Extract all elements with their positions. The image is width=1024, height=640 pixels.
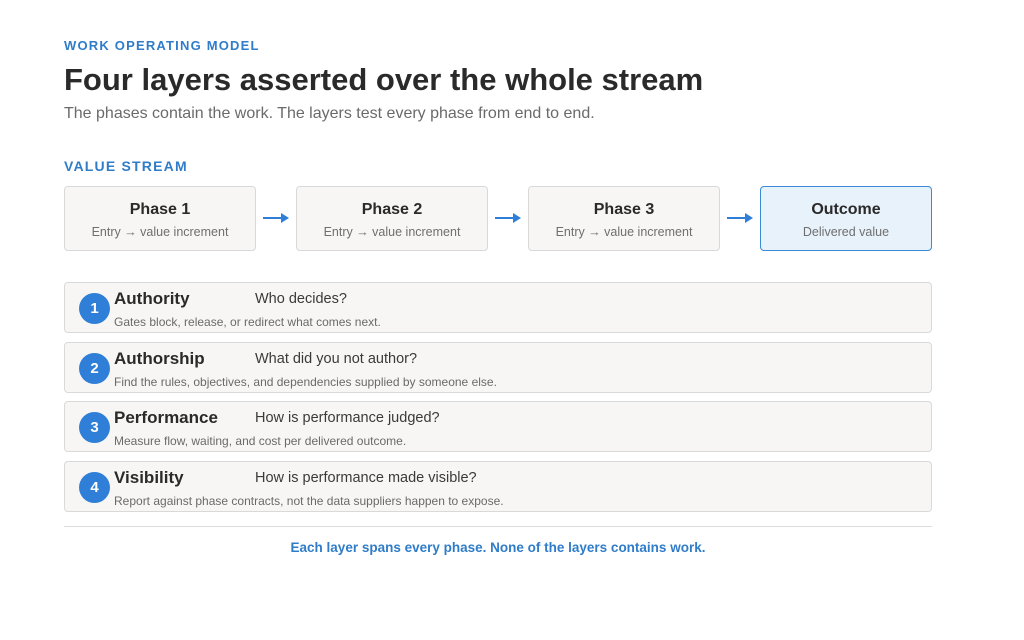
page-subtitle: The phases contain the work. The layers … [64,105,595,122]
layer-performance: 3 Performance How is performance judged?… [64,401,932,452]
footer-note: Each layer spans every phase. None of th… [290,540,706,555]
phase-subtitle: Entry → value increment [323,225,461,239]
page-title: Four layers asserted over the whole stre… [64,62,704,97]
layer-question: How is performance judged? [255,410,440,426]
layer-name: Authorship [114,349,205,368]
phase-title: Phase 2 [361,201,423,218]
outcome-title: Outcome [811,201,881,218]
value-stream-label: VALUE STREAM [64,158,188,174]
layer-name: Performance [114,408,218,427]
phase-1-box: Phase 1 Entry → value increment [64,186,256,251]
phase-subtitle: Entry → value increment [91,225,229,239]
layer-number-badge: 4 [79,472,110,503]
layer-description: Gates block, release, or redirect what c… [114,315,381,329]
layer-description: Measure flow, waiting, and cost per deli… [114,434,407,448]
arrow-right-icon [263,213,289,223]
layer-number-badge: 2 [79,353,110,384]
phase-title: Phase 3 [593,201,655,218]
layer-description: Report against phase contracts, not the … [114,494,504,508]
layer-name: Authority [114,289,190,308]
layer-visibility: 4 Visibility How is performance made vis… [64,461,932,512]
layer-question: What did you not author? [255,351,418,367]
arrow-right-icon [495,213,521,223]
layer-name: Visibility [114,468,184,487]
layer-question: Who decides? [255,291,347,307]
phase-3-box: Phase 3 Entry → value increment [528,186,720,251]
layer-authorship: 2 Authorship What did you not author? Fi… [64,342,932,393]
arrow-right-icon [727,213,753,223]
divider [64,526,932,527]
phase-subtitle: Entry → value increment [555,225,693,239]
outcome-box: Outcome Delivered value [760,186,932,251]
phase-title: Phase 1 [129,201,191,218]
layer-description: Find the rules, objectives, and dependen… [114,375,497,389]
outcome-subtitle: Delivered value [802,225,890,239]
layer-authority: 1 Authority Who decides? Gates block, re… [64,282,932,333]
layer-number-badge: 1 [79,293,110,324]
phase-2-box: Phase 2 Entry → value increment [296,186,488,251]
eyebrow: WORK OPERATING MODEL [64,38,260,53]
layer-question: How is performance made visible? [255,470,477,486]
layer-number-badge: 3 [79,412,110,443]
